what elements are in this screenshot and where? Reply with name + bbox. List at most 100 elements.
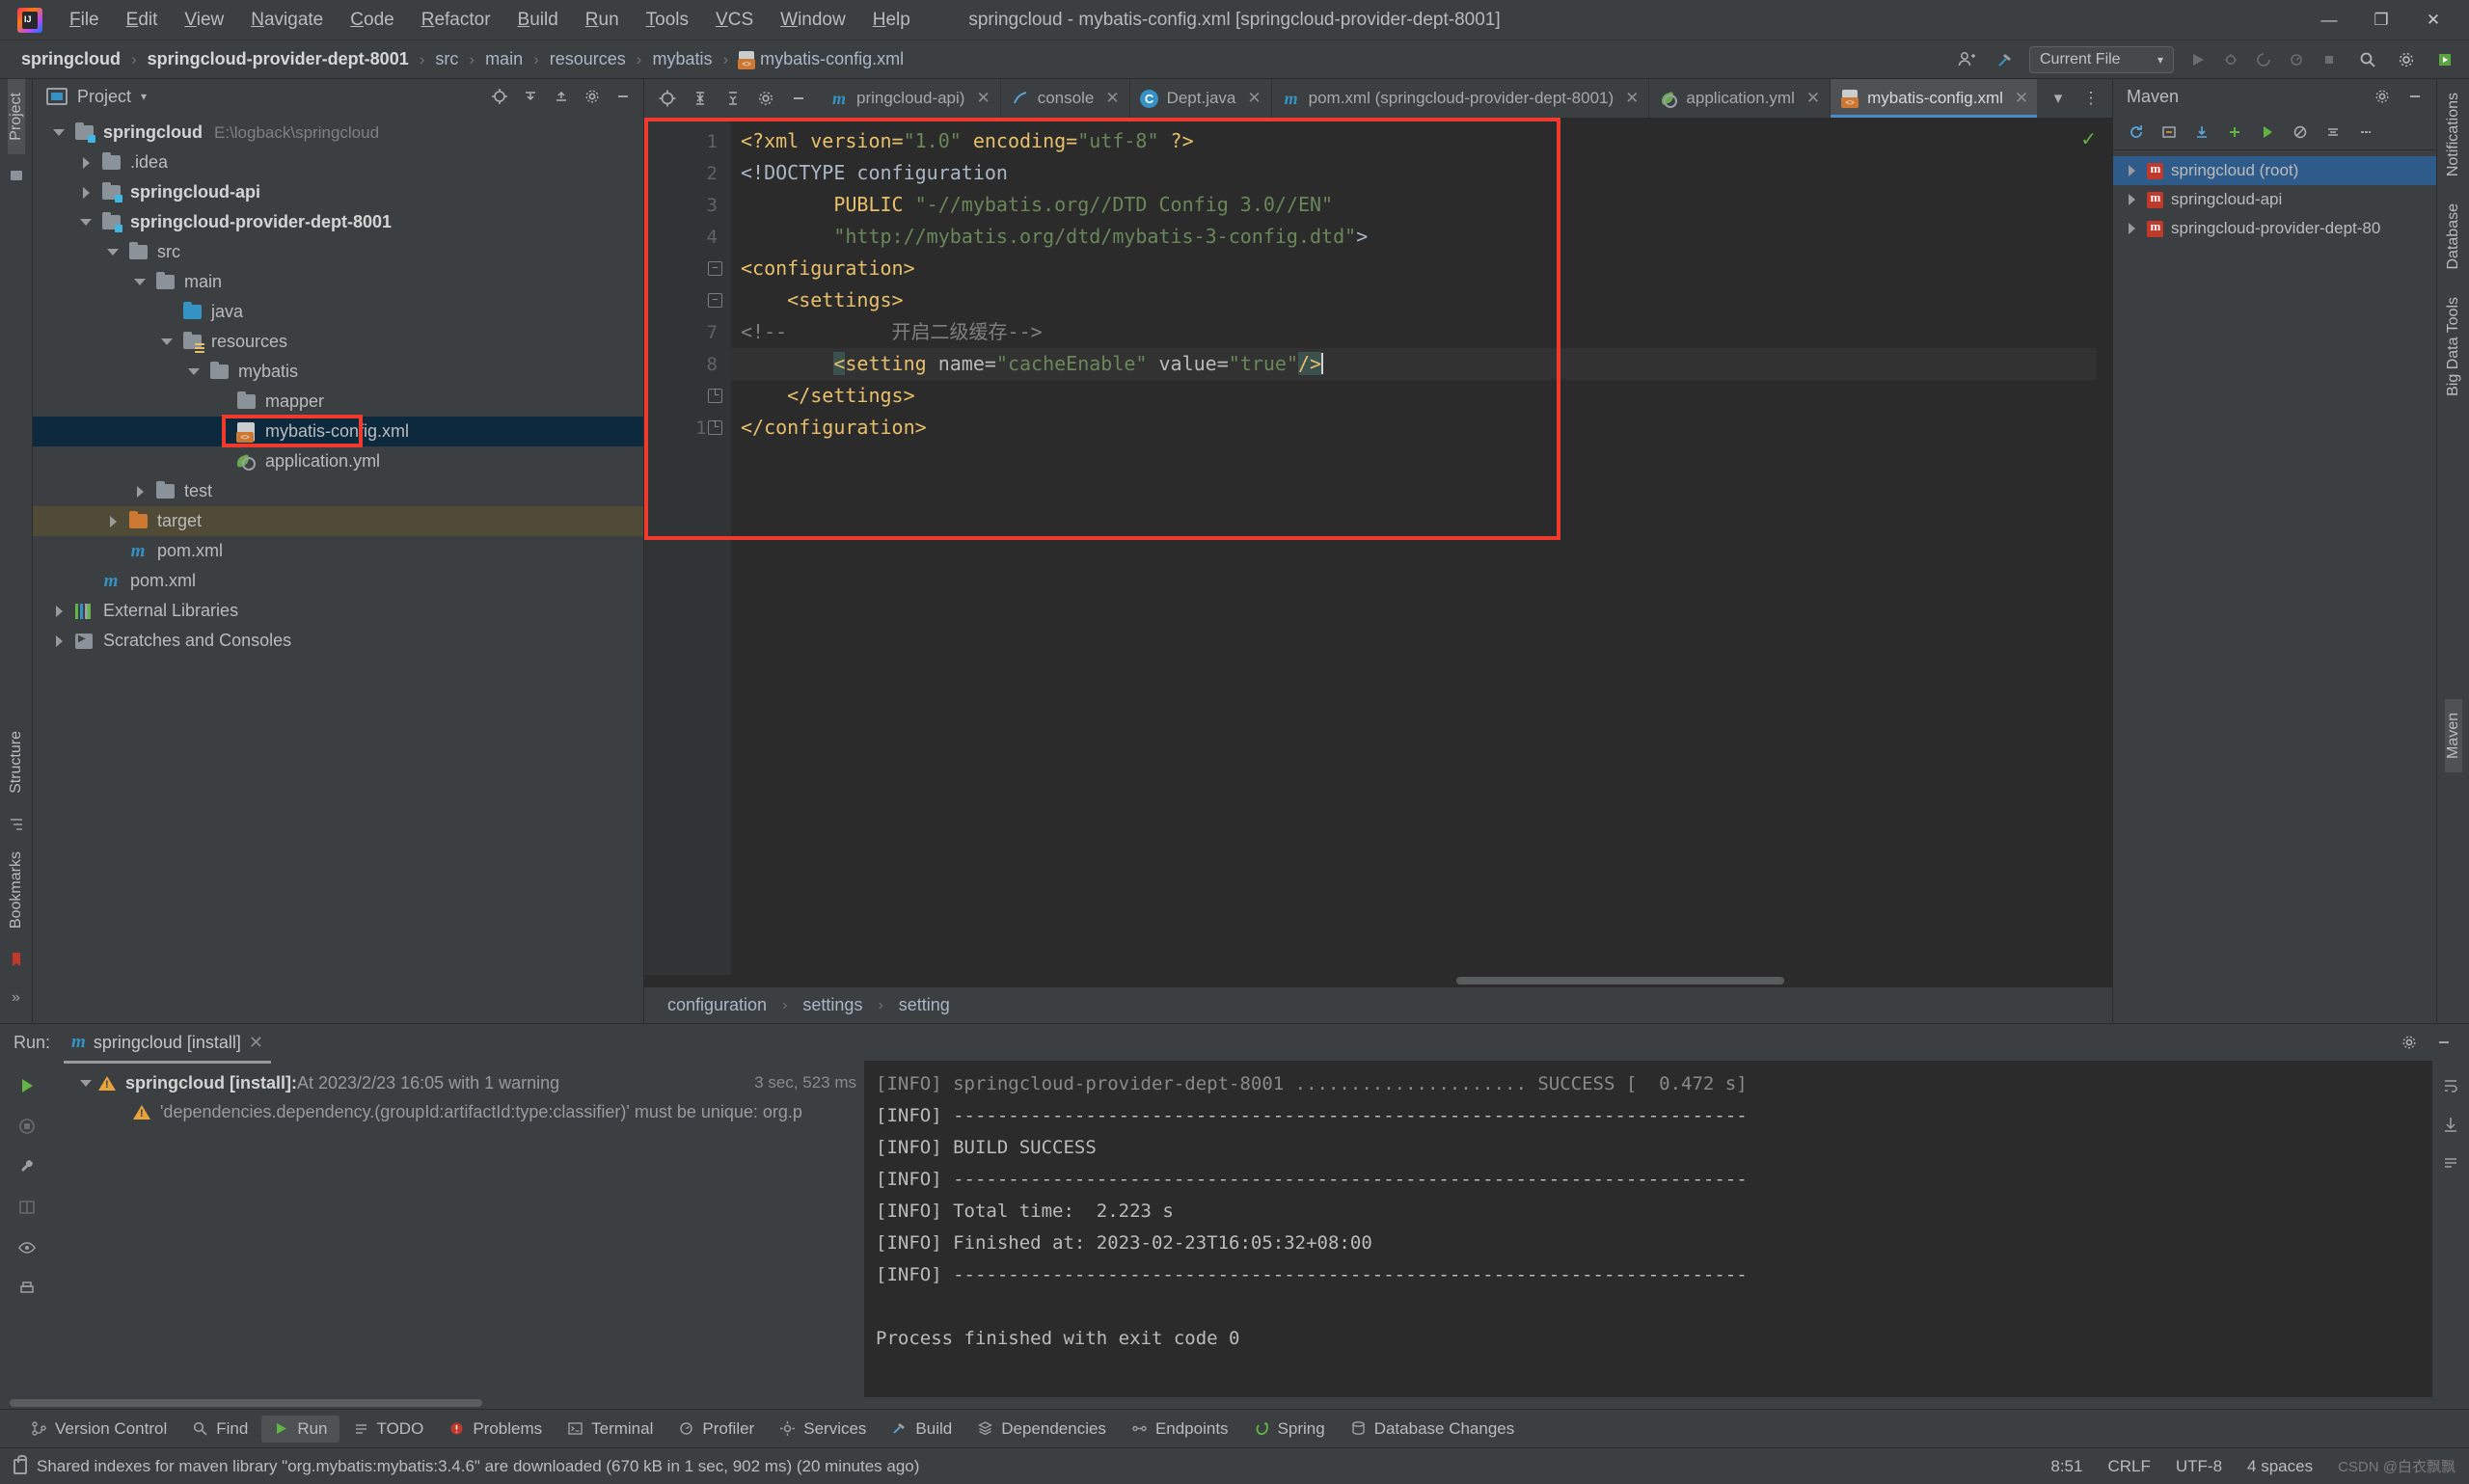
maven-project-springcloud-provider-dept-80[interactable]: springcloud-provider-dept-80 <box>2113 214 2436 243</box>
fold-collapse-icon[interactable]: − <box>708 293 722 308</box>
tree-node-pom-xml[interactable]: mpom.xml <box>33 566 643 596</box>
tool-window-version-control[interactable]: Version Control <box>19 1416 178 1443</box>
console-output[interactable]: [INFO] springcloud-provider-dept-8001 ..… <box>864 1061 2432 1397</box>
rail-tab-database[interactable]: Database <box>2445 190 2462 283</box>
download-sources-icon[interactable] <box>2186 117 2217 148</box>
line-separator[interactable]: CRLF <box>2107 1457 2150 1476</box>
menu-run[interactable]: Run <box>572 6 633 35</box>
rerun-icon[interactable] <box>12 1070 42 1101</box>
debug-icon[interactable] <box>2216 45 2245 74</box>
soft-wrap-icon[interactable] <box>2435 1147 2466 1178</box>
stop-icon[interactable] <box>2315 45 2344 74</box>
wrap-text-icon[interactable] <box>2435 1070 2466 1101</box>
menu-code[interactable]: Code <box>337 6 407 35</box>
breadcrumb-item-springcloud-provider-dept-8001[interactable]: springcloud-provider-dept-8001 <box>142 46 415 72</box>
menu-tools[interactable]: Tools <box>633 6 702 35</box>
tool-window-database-changes[interactable]: Database Changes <box>1339 1416 1527 1443</box>
chevron-right-icon[interactable] <box>73 157 98 169</box>
editor-breadcrumb-setting[interactable]: setting <box>893 993 956 1017</box>
scroll-to-end-icon[interactable] <box>2435 1109 2466 1140</box>
tree-node--idea[interactable]: .idea <box>33 148 643 177</box>
code-line[interactable]: <configuration> <box>731 253 2112 284</box>
menu-file[interactable]: File <box>56 6 113 35</box>
chevron-down-icon[interactable]: ▾ <box>141 90 147 103</box>
editor-tab-pom-xml-springcloud-provider-dept-8001-[interactable]: mpom.xml (springcloud-provider-dept-8001… <box>1272 79 1650 118</box>
chevron-right-icon[interactable] <box>127 486 152 498</box>
tool-window-run[interactable]: Run <box>261 1416 339 1443</box>
tool-window-profiler[interactable]: Profiler <box>666 1416 766 1443</box>
caret-position[interactable]: 8:51 <box>2050 1457 2082 1476</box>
editor-tab-application-yml[interactable]: application.yml✕ <box>1649 79 1831 118</box>
chevron-right-icon[interactable] <box>2119 194 2144 205</box>
code-line[interactable]: PUBLIC "-//mybatis.org//DTD Config 3.0//… <box>731 189 2112 221</box>
code-line[interactable]: <settings> <box>731 284 2112 316</box>
locate-file-icon[interactable] <box>485 82 514 111</box>
tree-node-target[interactable]: target <box>33 506 643 536</box>
hide-panel-icon[interactable] <box>2428 1027 2459 1058</box>
settings-gear-icon[interactable] <box>2394 1027 2425 1058</box>
indent-setting[interactable]: 4 spaces <box>2247 1457 2313 1476</box>
rail-tab-notifications[interactable]: Notifications <box>2445 79 2462 190</box>
chevron-down-icon[interactable] <box>46 129 71 136</box>
collapse-all-icon[interactable] <box>547 82 576 111</box>
rail-tab-structure[interactable]: Structure <box>8 721 25 803</box>
commit-icon[interactable] <box>2 160 31 191</box>
tool-window-services[interactable]: Services <box>768 1416 878 1443</box>
hide-panel-icon[interactable] <box>609 82 638 111</box>
tool-window-find[interactable]: Find <box>180 1416 259 1443</box>
code-area[interactable]: 12345678910 −−└└ <?xml version="1.0" enc… <box>644 118 2112 975</box>
maven-project-springcloud-root-[interactable]: springcloud (root) <box>2113 156 2436 185</box>
ide-update-icon[interactable] <box>2430 45 2459 74</box>
tree-node-mybatis-config-xml[interactable]: mybatis-config.xml <box>33 417 643 446</box>
run-configuration-selector[interactable]: Current File ▾ <box>2029 46 2174 73</box>
menu-refactor[interactable]: Refactor <box>408 6 504 35</box>
tab-overflow-icon[interactable]: ⋮ <box>2076 83 2106 114</box>
tree-node-external-libraries[interactable]: External Libraries <box>33 596 643 626</box>
coverage-icon[interactable] <box>2249 45 2278 74</box>
editor-tab-console[interactable]: console✕ <box>1001 79 1130 118</box>
menu-vcs[interactable]: VCS <box>702 6 767 35</box>
code-line[interactable]: </settings> <box>731 380 2112 412</box>
chevron-down-icon[interactable] <box>181 368 206 375</box>
more-icon[interactable] <box>2350 117 2381 148</box>
breadcrumb-item-springcloud[interactable]: springcloud <box>15 46 126 72</box>
chevron-down-icon[interactable] <box>73 1080 98 1087</box>
code-line[interactable]: "http://mybatis.org/dtd/mybatis-3-config… <box>731 221 2112 253</box>
rail-tab-maven[interactable]: Maven <box>2445 699 2462 772</box>
tree-node-springcloud-api[interactable]: springcloud-api <box>33 177 643 207</box>
inspection-status-icon[interactable]: ✓ <box>2080 127 2097 151</box>
close-icon[interactable]: ✕ <box>249 1033 263 1053</box>
target-icon[interactable] <box>652 83 683 114</box>
code-line[interactable]: </configuration> <box>731 412 2112 444</box>
account-icon[interactable] <box>1952 45 1981 74</box>
tool-window-problems[interactable]: Problems <box>437 1416 554 1443</box>
reload-icon[interactable] <box>2121 117 2152 148</box>
fold-end-icon[interactable]: └ <box>708 420 722 435</box>
wrench-icon[interactable] <box>12 1151 42 1182</box>
rail-tab-big-data-tools[interactable]: Big Data Tools <box>2445 283 2462 410</box>
maven-project-springcloud-api[interactable]: springcloud-api <box>2113 185 2436 214</box>
editor-tab-dept-java[interactable]: CDept.java✕ <box>1130 79 1272 118</box>
close-icon[interactable]: ✕ <box>1625 89 1639 108</box>
chevron-down-icon[interactable] <box>154 338 179 345</box>
run-output-row[interactable]: springcloud [install]: At 2023/2/23 16:0… <box>54 1068 864 1097</box>
code-content[interactable]: <?xml version="1.0" encoding="utf-8" ?><… <box>731 118 2112 975</box>
add-icon[interactable] <box>2219 117 2250 148</box>
tree-node-scratches-and-consoles[interactable]: Scratches and Consoles <box>33 626 643 656</box>
editor-breadcrumb-configuration[interactable]: configuration <box>662 993 773 1017</box>
breadcrumb-item-resources[interactable]: resources <box>544 46 632 72</box>
chevron-down-icon[interactable] <box>127 279 152 285</box>
tree-node-resources[interactable]: resources <box>33 327 643 357</box>
tool-window-spring[interactable]: Spring <box>1242 1416 1337 1443</box>
close-button[interactable]: ✕ <box>2407 1 2459 40</box>
hide-panel-icon[interactable] <box>783 83 814 114</box>
menu-help[interactable]: Help <box>859 6 924 35</box>
chevron-down-icon[interactable] <box>100 249 125 256</box>
chevron-right-icon[interactable] <box>100 516 125 527</box>
tree-node-application-yml[interactable]: application.yml <box>33 446 643 476</box>
editor-scrollbar[interactable] <box>2097 118 2112 975</box>
editor-tab-mybatis-config-xml[interactable]: mybatis-config.xml✕ <box>1831 79 2037 118</box>
run-tab-springcloud-install[interactable]: m springcloud [install] ✕ <box>64 1028 271 1057</box>
expand-icon[interactable] <box>718 83 748 114</box>
run-icon[interactable] <box>2252 117 2283 148</box>
